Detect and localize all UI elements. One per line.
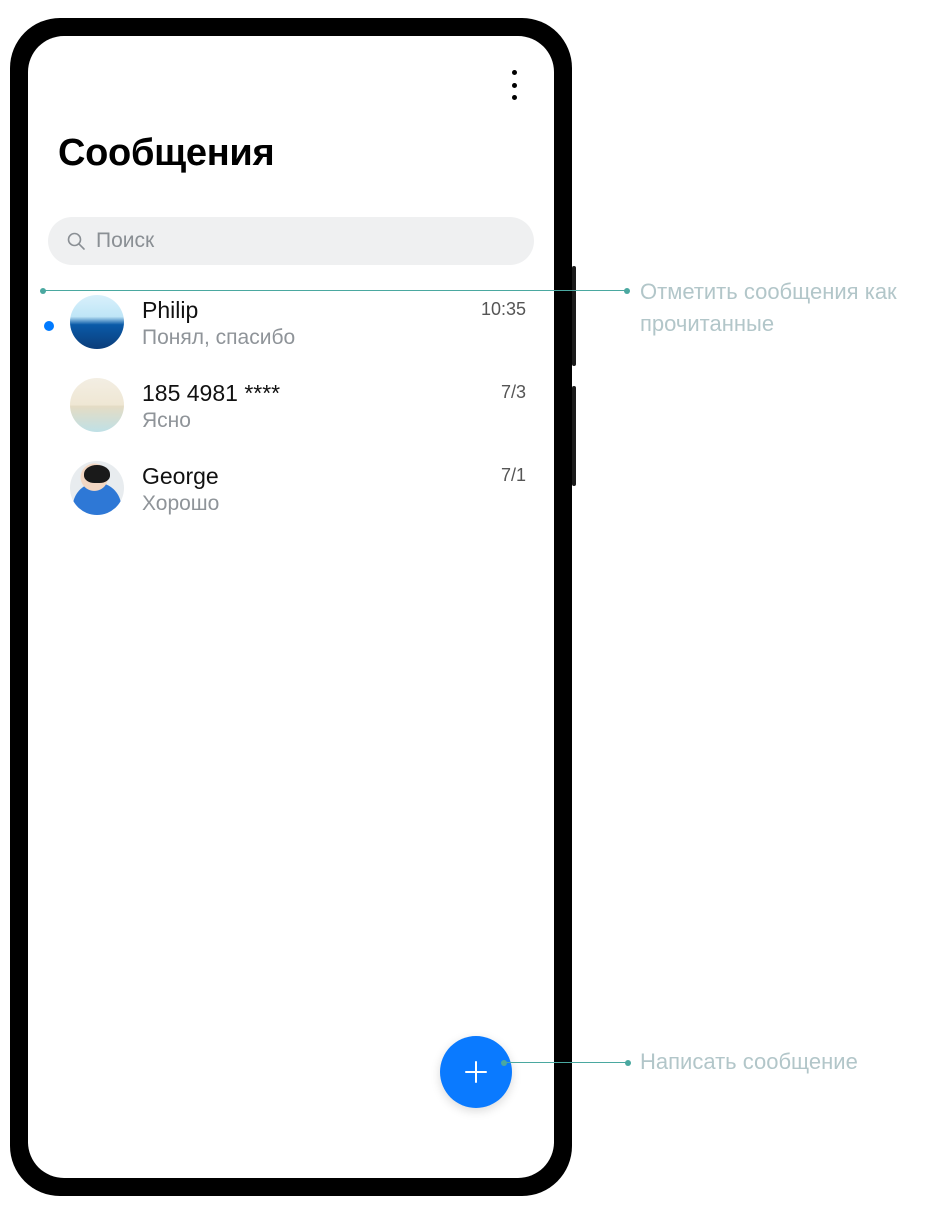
search-icon: [66, 231, 86, 251]
conversation-time: 7/3: [501, 378, 526, 403]
conversation-row[interactable]: 185 4981 **** Ясно 7/3: [28, 364, 554, 447]
conversation-preview: Понял, спасибо: [142, 326, 481, 350]
unread-indicator-icon: [44, 321, 54, 331]
avatar: [70, 461, 124, 515]
leader-endpoint-icon: [40, 288, 46, 294]
more-dots-icon: [512, 70, 517, 75]
plus-icon: [462, 1058, 490, 1086]
conversation-name: George: [142, 463, 501, 490]
callout-compose: Написать сообщение: [640, 1046, 900, 1078]
conversation-text: 185 4981 **** Ясно: [142, 378, 501, 433]
volume-up-button: [572, 266, 576, 366]
callout-leader: [43, 290, 627, 291]
conversation-list: Philip Понял, спасибо 10:35 185 4981 ***…: [28, 273, 554, 538]
volume-down-button: [572, 386, 576, 486]
conversation-preview: Хорошо: [142, 492, 501, 516]
phone-screen: Сообщения Поиск Philip Понял, спасибо 10…: [28, 36, 554, 1178]
callout-leader: [504, 1062, 628, 1063]
more-dots-icon: [512, 95, 517, 100]
avatar: [70, 378, 124, 432]
conversation-row[interactable]: Philip Понял, спасибо 10:35: [28, 281, 554, 364]
conversation-text: George Хорошо: [142, 461, 501, 516]
leader-endpoint-icon: [624, 288, 630, 294]
conversation-time: 10:35: [481, 295, 526, 320]
more-dots-icon: [512, 83, 517, 88]
search-placeholder: Поиск: [96, 229, 154, 253]
leader-endpoint-icon: [625, 1060, 631, 1066]
avatar: [70, 295, 124, 349]
more-options-button[interactable]: [502, 70, 526, 100]
page-title: Сообщения: [28, 106, 554, 199]
conversation-name: 185 4981 ****: [142, 380, 501, 407]
top-bar: [28, 36, 554, 106]
conversation-name: Philip: [142, 297, 481, 324]
conversation-row[interactable]: George Хорошо 7/1: [28, 447, 554, 530]
compose-button[interactable]: [440, 1036, 512, 1108]
conversation-time: 7/1: [501, 461, 526, 486]
callout-mark-read: Отметить сообщения как прочитанные: [640, 276, 900, 340]
phone-bezel: Сообщения Поиск Philip Понял, спасибо 10…: [20, 28, 562, 1186]
phone-frame: Сообщения Поиск Philip Понял, спасибо 10…: [10, 18, 572, 1196]
search-input[interactable]: Поиск: [48, 217, 534, 265]
conversation-preview: Ясно: [142, 409, 501, 433]
leader-endpoint-icon: [501, 1060, 507, 1066]
conversation-text: Philip Понял, спасибо: [142, 295, 481, 350]
